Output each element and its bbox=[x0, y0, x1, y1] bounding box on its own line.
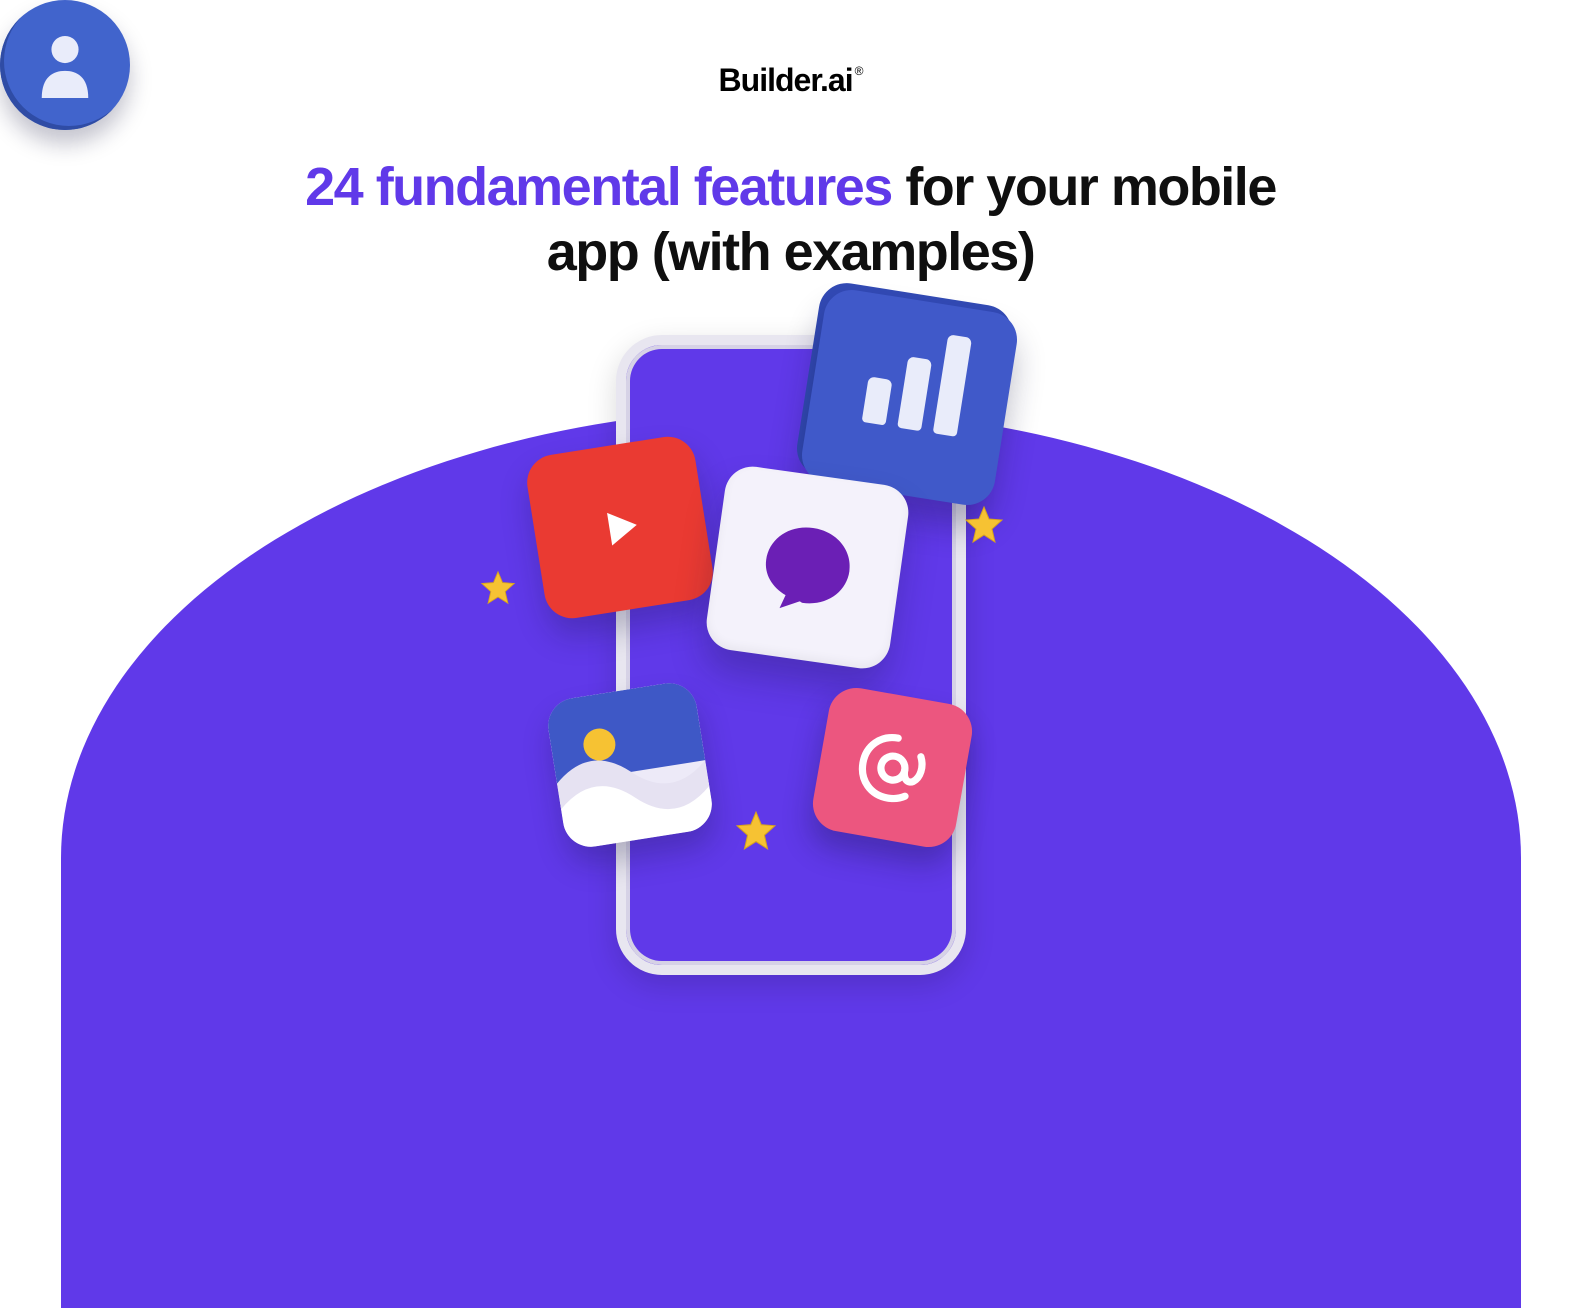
brand-logo: Builder.ai ® bbox=[719, 62, 863, 99]
logo-text: Builder.ai bbox=[719, 62, 853, 99]
star-icon bbox=[964, 505, 1004, 545]
at-sign-icon bbox=[809, 684, 977, 852]
star-icon bbox=[480, 570, 516, 606]
person-icon bbox=[0, 0, 130, 130]
page-title: 24 fundamental features for your mobile … bbox=[291, 155, 1291, 285]
bar-2 bbox=[897, 356, 932, 431]
hero-banner: Builder.ai ® 24 fundamental features for… bbox=[0, 0, 1581, 888]
image-gallery-icon bbox=[544, 679, 716, 851]
trademark-symbol: ® bbox=[855, 64, 863, 78]
bar-3 bbox=[933, 334, 972, 437]
play-icon bbox=[523, 433, 717, 623]
star-icon bbox=[735, 810, 777, 852]
chat-bubble-icon bbox=[703, 463, 912, 672]
bar-1 bbox=[862, 376, 893, 425]
headline-accent: 24 fundamental features bbox=[305, 157, 892, 217]
bar-group bbox=[862, 323, 972, 437]
bar-chart-icon bbox=[798, 286, 1021, 509]
